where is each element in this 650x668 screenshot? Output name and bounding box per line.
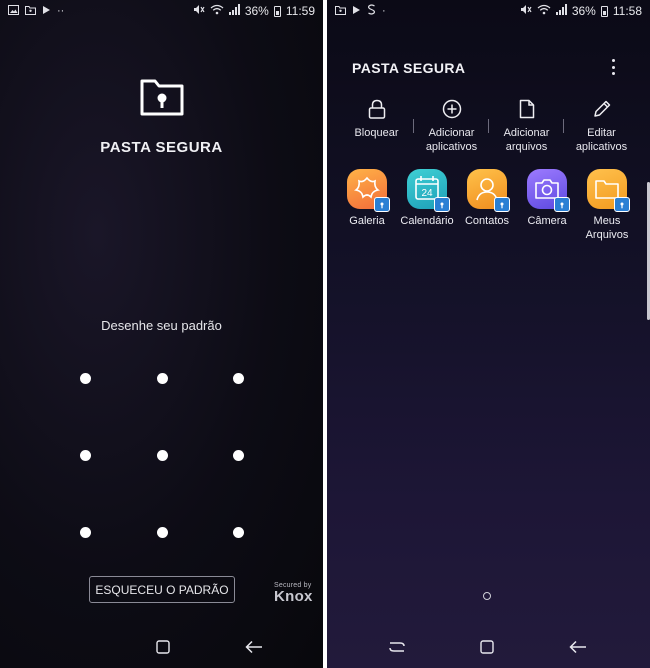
secure-badge-icon	[374, 197, 390, 212]
secure-badge-icon	[614, 197, 630, 212]
action-label: Editar	[587, 127, 616, 139]
divider	[413, 119, 414, 133]
knox-logo: Secured by Knox	[274, 582, 313, 605]
file-icon	[516, 98, 538, 120]
app-label-line2: Arquivos	[585, 229, 629, 241]
app-label: Câmera	[527, 215, 567, 227]
secure-folder-icon	[335, 5, 346, 18]
edit-apps-button[interactable]: Editar aplicativos	[563, 98, 639, 154]
wifi-icon	[537, 4, 551, 18]
action-label: Adicionar	[503, 127, 550, 139]
app-label: Calendário	[400, 215, 454, 227]
action-label: Bloquear	[354, 127, 399, 139]
status-bar: · 36% 11:58	[327, 0, 650, 22]
pattern-dot[interactable]	[157, 373, 168, 384]
pencil-icon	[591, 98, 613, 120]
play-icon	[352, 5, 361, 18]
status-time: 11:59	[285, 4, 315, 18]
gallery-icon	[347, 169, 390, 212]
lock-button[interactable]: Bloquear	[339, 98, 414, 154]
calendar-day: 24	[421, 188, 433, 199]
pattern-dot[interactable]	[233, 527, 244, 538]
signal-icon	[228, 4, 240, 18]
battery-icon	[273, 5, 281, 17]
app-label: Galeria	[349, 215, 385, 227]
plus-circle-icon	[441, 98, 463, 120]
divider	[488, 119, 489, 133]
divider	[563, 119, 564, 133]
app-label: Contatos	[464, 215, 510, 227]
play-icon	[42, 5, 51, 18]
wifi-icon	[210, 4, 224, 18]
battery-percent: 36%	[244, 4, 269, 18]
app-grid: Galeria 24 Calendário Contatos Câmera Me…	[337, 169, 637, 242]
action-label-line2: aplicativos	[575, 141, 628, 153]
secure-badge-icon	[554, 197, 570, 212]
folder-icon	[587, 169, 630, 212]
lock-icon	[366, 98, 388, 120]
pattern-dot[interactable]	[233, 373, 244, 384]
pattern-dot[interactable]	[80, 450, 91, 461]
pattern-dot[interactable]	[233, 450, 244, 461]
back-icon[interactable]	[242, 636, 266, 658]
mute-icon	[193, 4, 205, 18]
home-icon[interactable]	[475, 636, 499, 658]
app-contacts[interactable]: Contatos	[457, 169, 517, 242]
recent-apps-icon[interactable]	[385, 636, 409, 658]
app-label: Meus	[593, 215, 621, 227]
forgot-pattern-button[interactable]: ESQUECEU O PADRÃO	[89, 576, 235, 603]
s-icon	[367, 4, 376, 18]
battery-icon	[600, 5, 608, 17]
action-label-line2: aplicativos	[425, 141, 478, 153]
app-camera[interactable]: Câmera	[517, 169, 577, 242]
action-bar: Bloquear Adicionar aplicativos Adicionar a…	[339, 98, 639, 154]
pattern-dot[interactable]	[80, 527, 91, 538]
secure-badge-icon	[494, 197, 510, 212]
action-label-line2: arquivos	[505, 141, 548, 153]
secure-folder-screen: · 36% 11:58 PASTA SEGURA Bloquear Adicio…	[327, 0, 650, 668]
camera-icon	[527, 169, 570, 212]
pattern-dot[interactable]	[157, 527, 168, 538]
status-bar: ·· 36% 11:59	[0, 0, 323, 22]
action-label: Adicionar	[428, 127, 475, 139]
image-icon	[8, 4, 19, 18]
page-title: PASTA SEGURA	[100, 139, 223, 156]
back-icon[interactable]	[566, 636, 590, 658]
calendar-icon: 24	[407, 169, 450, 212]
contacts-icon	[467, 169, 510, 212]
more-notifications-icon: ··	[57, 4, 65, 17]
page-title: PASTA SEGURA	[352, 60, 466, 76]
add-files-button[interactable]: Adicionar arquivos	[488, 98, 564, 154]
status-time: 11:58	[612, 4, 642, 18]
signal-icon	[555, 4, 567, 18]
secure-folder-icon	[25, 5, 36, 18]
knox-brand: Knox	[274, 588, 313, 605]
recents-icon[interactable]	[151, 636, 175, 658]
mute-icon	[520, 4, 532, 18]
lock-screen: ·· 36% 11:59 PASTA SEGURA Desenhe seu pa…	[0, 0, 323, 668]
pattern-prompt: Desenhe seu padrão	[101, 318, 222, 333]
app-gallery[interactable]: Galeria	[337, 169, 397, 242]
home-indicator	[483, 592, 491, 600]
secure-badge-icon	[434, 197, 450, 212]
app-my-files[interactable]: Meus Arquivos	[577, 169, 637, 242]
notification-dot-icon: ·	[382, 4, 386, 17]
battery-percent: 36%	[571, 4, 596, 18]
pattern-dot[interactable]	[157, 450, 168, 461]
secure-folder-icon	[140, 79, 184, 116]
more-options-icon[interactable]	[607, 57, 619, 77]
app-calendar[interactable]: 24 Calendário	[397, 169, 457, 242]
add-apps-button[interactable]: Adicionar aplicativos	[413, 98, 489, 154]
pattern-dot[interactable]	[80, 373, 91, 384]
